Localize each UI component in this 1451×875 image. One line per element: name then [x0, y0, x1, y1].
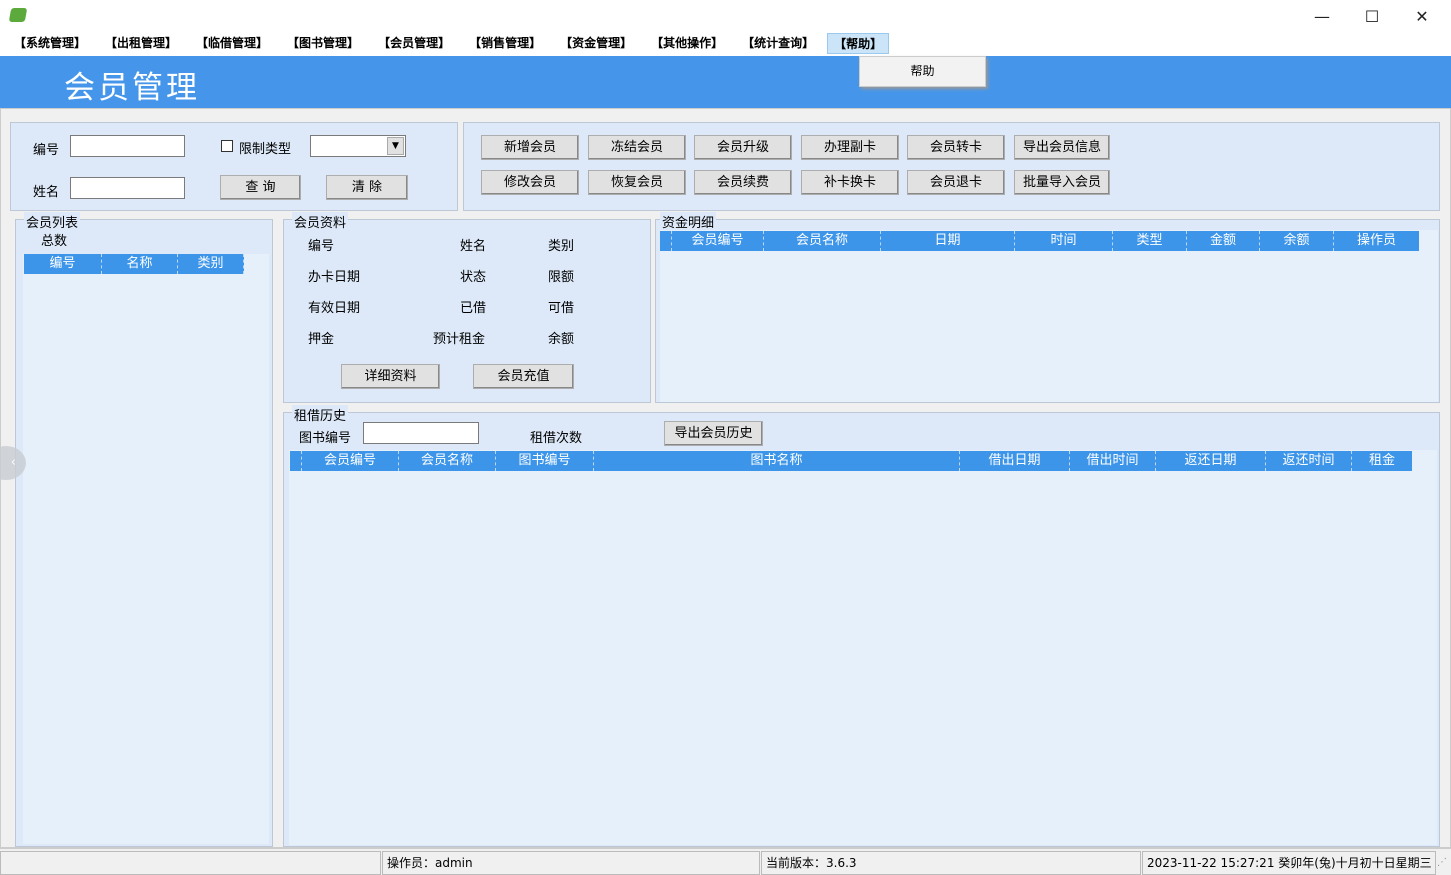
replace-card-button[interactable]: 补卡换卡 — [801, 170, 899, 195]
help-menu-item[interactable]: 帮助 — [859, 56, 986, 87]
menu-other[interactable]: 【其他操作】 — [645, 33, 729, 54]
batch-import-button[interactable]: 批量导入会员 — [1014, 170, 1110, 195]
col-book-id[interactable]: 图书编号 — [496, 451, 594, 471]
export-members-button[interactable]: 导出会员信息 — [1014, 135, 1110, 160]
menu-rental[interactable]: 【出租管理】 — [99, 33, 183, 54]
col-type[interactable]: 类型 — [1113, 231, 1187, 251]
transfer-card-button[interactable]: 会员转卡 — [907, 135, 1005, 160]
field-valid-date: 有效日期 — [308, 301, 361, 316]
close-button[interactable]: ✕ — [1398, 0, 1446, 33]
status-version: 当前版本：3.6.3 — [761, 851, 1141, 875]
col-member-name[interactable]: 会员名称 — [764, 231, 881, 251]
limit-type-checkbox[interactable] — [221, 140, 233, 152]
maximize-button[interactable]: ☐ — [1348, 0, 1396, 33]
name-label: 姓名 — [33, 185, 60, 200]
search-panel: 编号 姓名 限制类型 ▼ 查 询 清 除 — [10, 122, 458, 211]
funds-table[interactable]: 会员编号 会员名称 日期 时间 类型 金额 余额 操作员 — [660, 230, 1438, 402]
col-book-name[interactable]: 图书名称 — [594, 451, 960, 471]
actions-panel: 新增会员 冻结会员 会员升级 办理副卡 会员转卡 导出会员信息 修改会员 恢复会… — [463, 122, 1440, 211]
funds-panel: 资金明细 会员编号 会员名称 日期 时间 类型 金额 余额 操作员 — [655, 212, 1440, 403]
sub-card-button[interactable]: 办理副卡 — [801, 135, 899, 160]
total-label: 总数 — [41, 234, 68, 249]
member-info-title: 会员资料 — [292, 212, 349, 231]
field-id: 编号 — [308, 239, 335, 254]
col-borrow-date[interactable]: 借出日期 — [960, 451, 1070, 471]
member-list-table[interactable]: 编号 名称 类别 — [23, 254, 269, 844]
col-date[interactable]: 日期 — [881, 231, 1015, 251]
field-limit: 限额 — [548, 270, 575, 285]
menu-members[interactable]: 【会员管理】 — [372, 33, 456, 54]
col-borrow-time[interactable]: 借出时间 — [1070, 451, 1156, 471]
restore-member-button[interactable]: 恢复会员 — [588, 170, 686, 195]
col-balance[interactable]: 余额 — [1260, 231, 1334, 251]
detail-button[interactable]: 详细资料 — [341, 364, 440, 389]
clear-button[interactable]: 清 除 — [326, 175, 408, 200]
resize-grip-icon[interactable]: ⋰ — [1437, 857, 1449, 873]
book-id-input[interactable] — [363, 422, 479, 444]
limit-type-label: 限制类型 — [239, 142, 292, 157]
menu-system[interactable]: 【系统管理】 — [8, 33, 92, 54]
title-bar: — ☐ ✕ — [0, 0, 1451, 33]
upgrade-member-button[interactable]: 会员升级 — [694, 135, 792, 160]
history-panel: 租借历史 图书编号 租借次数 导出会员历史 会员编号 会员名称 图书编号 图书名… — [283, 405, 1440, 847]
minimize-button[interactable]: — — [1298, 0, 1346, 33]
app-icon — [8, 8, 28, 22]
history-table[interactable]: 会员编号 会员名称 图书编号 图书名称 借出日期 借出时间 返还日期 返还时间 … — [289, 450, 1437, 845]
col-member-id[interactable]: 会员编号 — [302, 451, 399, 471]
edit-member-button[interactable]: 修改会员 — [481, 170, 579, 195]
menu-bar: 【系统管理】 【出租管理】 【临借管理】 【图书管理】 【会员管理】 【销售管理… — [0, 33, 1451, 56]
field-type: 类别 — [548, 239, 575, 254]
page-header: 会员管理 — [0, 56, 1451, 108]
field-status: 状态 — [460, 270, 487, 285]
renew-member-button[interactable]: 会员续费 — [694, 170, 792, 195]
status-empty — [0, 851, 381, 875]
status-bar: 操作员：admin 当前版本：3.6.3 2023-11-22 15:27:21… — [0, 848, 1451, 875]
recharge-button[interactable]: 会员充值 — [473, 364, 574, 389]
member-list-panel: 会员列表 总数 编号 名称 类别 — [15, 212, 273, 847]
field-borrowed: 已借 — [460, 301, 487, 316]
field-balance: 余额 — [548, 332, 575, 347]
chevron-down-icon[interactable]: ▼ — [387, 137, 404, 155]
col-name[interactable]: 名称 — [102, 254, 178, 274]
book-id-label: 图书编号 — [299, 431, 352, 446]
member-list-title: 会员列表 — [24, 212, 81, 231]
col-member-name[interactable]: 会员名称 — [399, 451, 496, 471]
history-title: 租借历史 — [292, 405, 349, 424]
menu-stats[interactable]: 【统计查询】 — [736, 33, 820, 54]
rent-count-label: 租借次数 — [530, 431, 583, 446]
page-title: 会员管理 — [64, 70, 200, 106]
type-select[interactable]: ▼ — [310, 135, 406, 157]
field-issue-date: 办卡日期 — [308, 270, 361, 285]
col-amount[interactable]: 金额 — [1187, 231, 1260, 251]
status-operator: 操作员：admin — [382, 851, 760, 875]
col-id[interactable]: 编号 — [24, 254, 102, 274]
field-available: 可借 — [548, 301, 575, 316]
col-rent[interactable]: 租金 — [1352, 451, 1412, 471]
menu-temp-borrow[interactable]: 【临借管理】 — [190, 33, 274, 54]
field-deposit: 押金 — [308, 332, 335, 347]
menu-sales[interactable]: 【销售管理】 — [463, 33, 547, 54]
field-name: 姓名 — [460, 239, 487, 254]
col-return-date[interactable]: 返还日期 — [1156, 451, 1266, 471]
freeze-member-button[interactable]: 冻结会员 — [588, 135, 686, 160]
add-member-button[interactable]: 新增会员 — [481, 135, 579, 160]
menu-funds[interactable]: 【资金管理】 — [554, 33, 638, 54]
name-input[interactable] — [70, 177, 185, 199]
col-time[interactable]: 时间 — [1015, 231, 1113, 251]
field-est-rent: 预计租金 — [433, 332, 486, 347]
member-info-panel: 会员资料 编号 姓名 类别 办卡日期 状态 限额 有效日期 已借 可借 押金 预… — [283, 212, 651, 403]
col-return-time[interactable]: 返还时间 — [1266, 451, 1352, 471]
query-button[interactable]: 查 询 — [220, 175, 301, 200]
col-type[interactable]: 类别 — [178, 254, 244, 274]
status-datetime: 2023-11-22 15:27:21 癸卯年(兔)十月初十日星期三 — [1142, 851, 1436, 875]
refund-card-button[interactable]: 会员退卡 — [907, 170, 1005, 195]
id-input[interactable] — [70, 135, 185, 157]
export-history-button[interactable]: 导出会员历史 — [664, 421, 763, 446]
col-operator[interactable]: 操作员 — [1334, 231, 1419, 251]
menu-help[interactable]: 【帮助】 — [827, 33, 890, 54]
id-label: 编号 — [33, 143, 60, 158]
funds-title: 资金明细 — [660, 212, 717, 231]
menu-books[interactable]: 【图书管理】 — [281, 33, 365, 54]
col-member-id[interactable]: 会员编号 — [672, 231, 764, 251]
